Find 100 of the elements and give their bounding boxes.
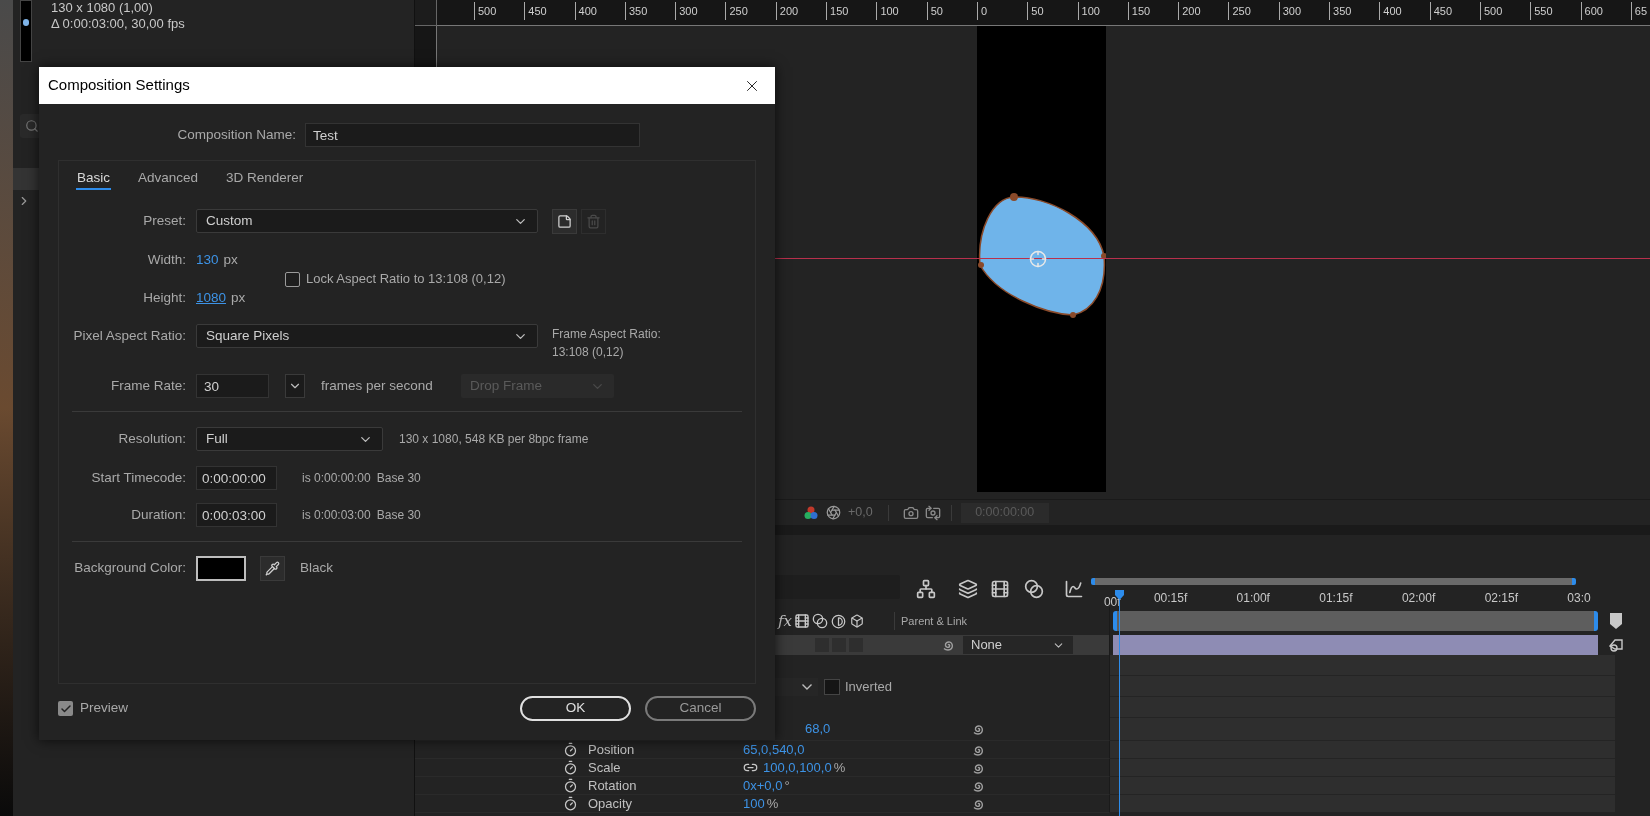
save-preset-button[interactable] bbox=[552, 208, 577, 234]
stopwatch-icon[interactable] bbox=[563, 778, 578, 793]
inverted-checkbox[interactable] bbox=[824, 678, 840, 695]
dimension-value[interactable]: 1080 bbox=[196, 287, 227, 309]
timecode-field[interactable]: 0:00:03:00 bbox=[196, 503, 277, 527]
ruler-label: 300 bbox=[1278, 2, 1330, 20]
marker-icon[interactable] bbox=[1610, 613, 1622, 629]
tab[interactable]: Advanced bbox=[137, 168, 200, 190]
stopwatch-icon[interactable] bbox=[563, 796, 578, 811]
unit-label: px bbox=[231, 288, 246, 307]
timecode-info: is 0:00:03:00 bbox=[302, 507, 371, 524]
ruler-label: 400 bbox=[1379, 2, 1430, 20]
time-label: 03:0 bbox=[1567, 590, 1592, 607]
film-icon[interactable] bbox=[794, 613, 810, 629]
ruler-label: 550 bbox=[1530, 2, 1581, 20]
checkbox[interactable] bbox=[285, 271, 300, 287]
property-name: Scale bbox=[588, 758, 621, 777]
cancel-button[interactable]: Cancel bbox=[645, 696, 756, 721]
ruler-label: 350 bbox=[1329, 2, 1380, 20]
resolution-info: 130 x 1080, 548 KB per 8bpc frame bbox=[399, 431, 589, 448]
half-circle-icon[interactable] bbox=[831, 613, 846, 629]
dialog-title: Composition Settings bbox=[48, 75, 190, 96]
property-value[interactable]: 100 bbox=[743, 793, 765, 814]
comp-info-line: Δ 0:00:03:00, 30,00 fps bbox=[51, 16, 185, 32]
field-label: Duration: bbox=[130, 505, 186, 524]
stopwatch-icon[interactable] bbox=[563, 742, 578, 757]
color-channels-icon[interactable] bbox=[804, 505, 818, 520]
frame-aspect-label: Frame Aspect Ratio: bbox=[552, 326, 661, 343]
pixel-aspect-dropdown[interactable]: Square Pixels bbox=[196, 324, 538, 348]
time-label: 01:15f bbox=[1319, 590, 1354, 607]
ruler-label: 100 bbox=[876, 2, 927, 20]
ruler-label: 50 bbox=[1027, 2, 1078, 20]
time-label: 02:15f bbox=[1484, 590, 1519, 607]
ruler-label: 150 bbox=[1127, 2, 1179, 20]
tab[interactable]: 3D Renderer bbox=[225, 168, 305, 190]
property-value[interactable]: 65,0,540,0 bbox=[743, 739, 805, 760]
ruler-label: 500 bbox=[474, 2, 525, 20]
composition-name-field[interactable]: Test bbox=[305, 123, 640, 147]
frame-rate-field[interactable]: 30 bbox=[196, 374, 269, 398]
time-label: 00:15f bbox=[1153, 590, 1189, 607]
ok-button[interactable]: OK bbox=[520, 696, 631, 721]
cube-icon[interactable] bbox=[850, 614, 864, 628]
property-value[interactable]: 68,0 bbox=[805, 719, 831, 739]
graph-icon[interactable] bbox=[1064, 579, 1084, 599]
ruler-label: 65 bbox=[1630, 2, 1650, 20]
dimension-value[interactable]: 130 bbox=[196, 249, 219, 271]
column-header: Parent & Link bbox=[901, 613, 968, 629]
resolution-dropdown[interactable]: Full bbox=[196, 427, 383, 451]
stopwatch-icon[interactable] bbox=[563, 760, 578, 775]
preset-dropdown[interactable]: Custom bbox=[196, 209, 538, 233]
circles-icon[interactable] bbox=[812, 613, 828, 629]
timecode-field[interactable]: 0:00:00:00 bbox=[196, 466, 277, 490]
property-name: Opacity bbox=[588, 794, 633, 813]
checkbox-label: Inverted bbox=[845, 677, 892, 696]
timecode-base: Base 30 bbox=[376, 470, 421, 487]
field-label: Pixel Aspect Ratio: bbox=[72, 326, 186, 345]
ruler-label: 400 bbox=[574, 2, 625, 20]
ruler-label: 300 bbox=[675, 2, 726, 20]
eyedropper-icon bbox=[265, 560, 280, 576]
film-icon[interactable] bbox=[990, 579, 1010, 599]
property-value[interactable]: 0x+0,0 bbox=[743, 775, 783, 796]
eyedropper-button[interactable] bbox=[260, 555, 285, 581]
camera-switch-icon[interactable] bbox=[924, 504, 941, 521]
ruler-label: 250 bbox=[725, 2, 776, 20]
ruler-label: 450 bbox=[1429, 2, 1480, 20]
ruler-label: 100 bbox=[1077, 2, 1128, 20]
color-swatch[interactable] bbox=[196, 555, 246, 581]
layers-icon[interactable] bbox=[958, 579, 978, 599]
timecode-base: Base 30 bbox=[376, 507, 421, 524]
aperture-icon[interactable] bbox=[826, 505, 841, 520]
camera-icon[interactable] bbox=[902, 504, 919, 521]
property-value[interactable]: 100,0,100,0 bbox=[763, 757, 832, 778]
unit-label: px bbox=[223, 250, 238, 269]
field-label: Width: bbox=[146, 250, 186, 269]
circles-icon[interactable] bbox=[1024, 579, 1044, 599]
parent-dropdown[interactable]: None bbox=[963, 636, 1073, 654]
checkbox-label: Preview bbox=[80, 699, 128, 718]
field-label: Resolution: bbox=[117, 429, 186, 448]
effects-column-label: fx bbox=[778, 610, 792, 632]
anchor-point-icon[interactable] bbox=[1029, 250, 1047, 268]
ruler-label: 500 bbox=[1479, 2, 1531, 20]
checkbox[interactable] bbox=[58, 701, 73, 716]
tab[interactable]: Basic bbox=[76, 168, 111, 190]
ruler-label: 150 bbox=[826, 2, 877, 20]
trash-icon bbox=[586, 213, 601, 229]
field-label: Preset: bbox=[142, 211, 186, 230]
timecode-info: is 0:00:00:00 bbox=[302, 470, 371, 487]
comp-flow-icon[interactable] bbox=[1608, 637, 1624, 653]
time-label: 01:00f bbox=[1236, 590, 1271, 607]
spiral-icon[interactable] bbox=[941, 638, 955, 652]
frame-rate-menu-button[interactable] bbox=[285, 374, 305, 398]
spiral-icon[interactable] bbox=[971, 722, 985, 736]
color-name: Black bbox=[300, 558, 333, 577]
network-icon[interactable] bbox=[916, 579, 936, 599]
unit-label: ° bbox=[784, 776, 790, 795]
ruler-label: 450 bbox=[524, 2, 575, 20]
unit-label: % bbox=[766, 794, 779, 813]
field-label: Start Timecode: bbox=[90, 468, 186, 487]
field-label: Height: bbox=[142, 288, 186, 307]
ruler-label: 600 bbox=[1580, 2, 1631, 20]
